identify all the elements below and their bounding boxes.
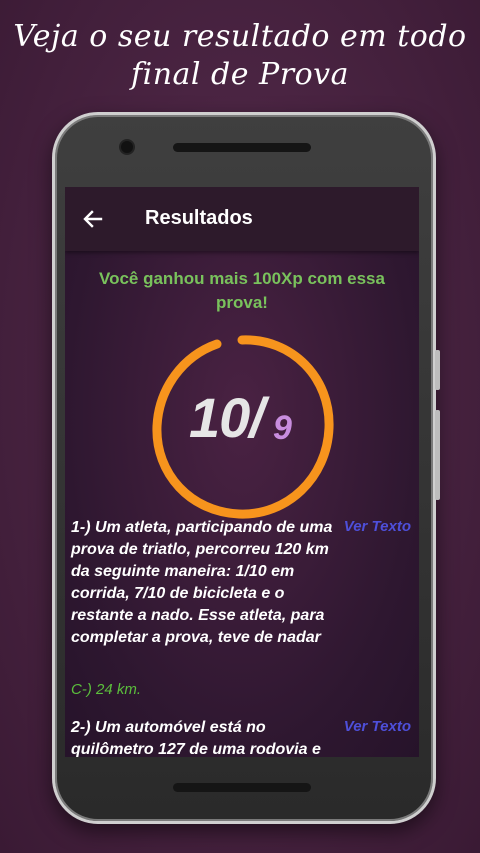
bottom-speaker: [173, 783, 311, 792]
ver-texto-link-1[interactable]: Ver Texto: [344, 518, 411, 535]
question-2-text: 2-) Um automóvel está no quilômetro 127 …: [71, 719, 321, 757]
score-total: 9: [273, 409, 292, 447]
score-value: 10/: [189, 386, 265, 449]
app-bar: Resultados: [65, 187, 419, 251]
promo-line-1: Veja o seu resultado em todo: [13, 19, 467, 54]
question-1-answer: C-) 24 km.: [71, 681, 142, 698]
page-title: Resultados: [145, 207, 253, 229]
phone-frame: Resultados Você ganhou mais 100Xp com es…: [52, 112, 440, 824]
app-screen: Resultados Você ganhou mais 100Xp com es…: [65, 187, 419, 757]
promo-heading: Veja o seu resultado em todo final de Pr…: [0, 18, 480, 94]
ver-texto-link-2[interactable]: Ver Texto: [344, 718, 411, 735]
question-1-text: 1-) Um atleta, participando de uma prova…: [71, 519, 333, 646]
top-speaker: [173, 143, 311, 152]
arrow-left-icon[interactable]: [83, 209, 103, 229]
front-camera: [121, 141, 133, 153]
xp-message: Você ganhou mais 100Xp com essa prova!: [99, 269, 385, 312]
volume-button: [435, 410, 440, 500]
promo-line-2: final de Prova: [131, 57, 349, 92]
power-button: [435, 350, 440, 390]
